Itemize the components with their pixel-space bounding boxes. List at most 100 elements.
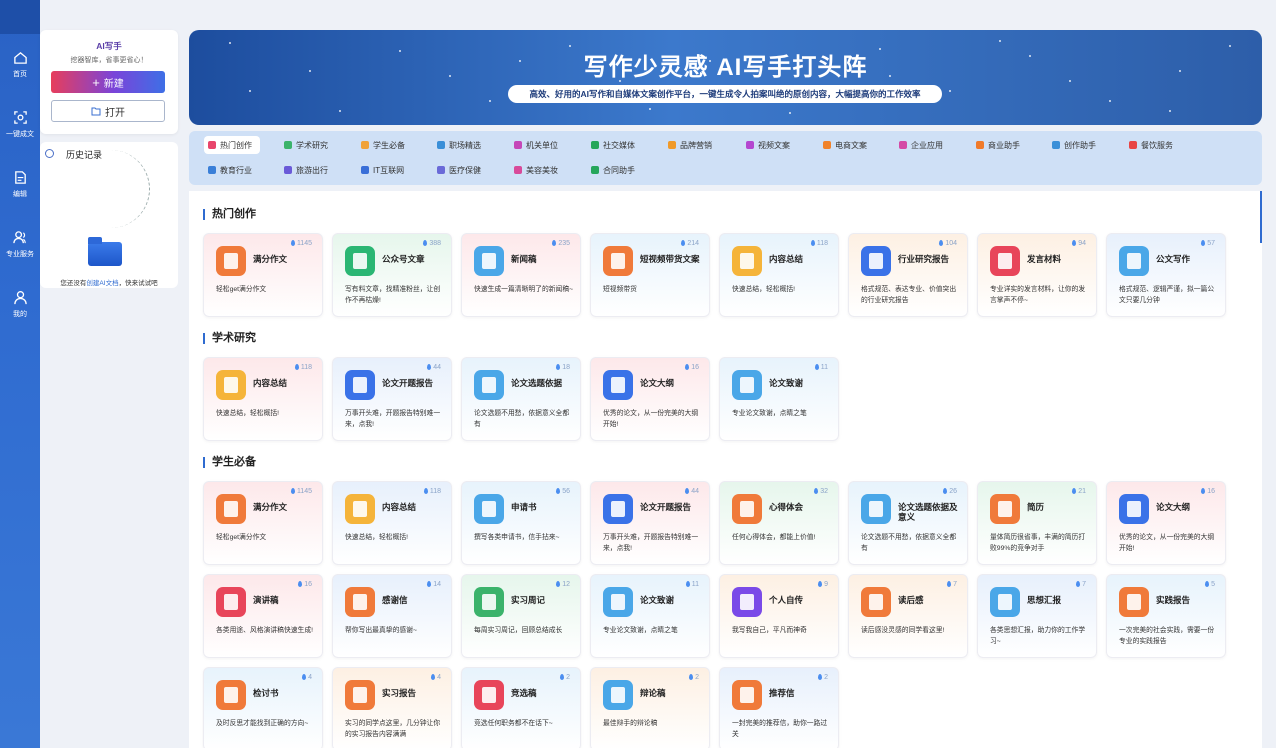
- open-button[interactable]: 打开: [51, 100, 165, 122]
- create-doc-link[interactable]: 创建AI文档: [86, 280, 118, 287]
- card-description: 万事开头难，开题报告特别难一来，点我!: [345, 410, 441, 428]
- category-icon: [437, 166, 445, 174]
- card-title: 短视频带货文案: [640, 254, 700, 264]
- category-tab-18[interactable]: 合同助手: [587, 161, 635, 179]
- template-card[interactable]: 118 内容总结 快速总结，轻松概括!: [203, 357, 323, 441]
- usage-count: 32: [814, 488, 828, 495]
- template-icon: [732, 680, 762, 710]
- card-title: 论文大纲: [1156, 502, 1191, 512]
- template-card[interactable]: 44 论文开题报告 万事开头难，开题报告特别难一来，点我!: [590, 481, 710, 565]
- template-icon: [861, 587, 891, 617]
- template-card[interactable]: 16 论文大纲 优秀的论文，从一份完美的大纲开始!: [1106, 481, 1226, 565]
- scrollbar[interactable]: [1260, 191, 1262, 243]
- template-card[interactable]: 57 公文写作 格式规范、逻辑严谨，拟一篇公文只要几分钟: [1106, 233, 1226, 317]
- nav-item-2[interactable]: 编辑: [0, 154, 40, 214]
- template-card[interactable]: 2 辩论稿 最佳辩手的辩论稿: [590, 667, 710, 748]
- nav-label: 专业服务: [6, 250, 34, 258]
- template-card[interactable]: 14 感谢信 帮你写出最真挚的感谢~: [332, 574, 452, 658]
- template-card[interactable]: 118 内容总结 快速总结，轻松概括!: [332, 481, 452, 565]
- template-icon: [603, 246, 633, 276]
- category-label: 美容美妆: [526, 165, 558, 175]
- category-tab-7[interactable]: 视频文案: [742, 136, 790, 154]
- card-title: 思想汇报: [1027, 595, 1062, 605]
- template-card[interactable]: 388 公众号文章 写有料文章，找精准粉丝，让创作不再枯燥!: [332, 233, 452, 317]
- template-card[interactable]: 7 读后感 读后感没灵感的同学看这里!: [848, 574, 968, 658]
- card-description: 写有料文章，找精准粉丝，让创作不再枯燥!: [345, 286, 441, 304]
- template-card[interactable]: 235 新闻稿 快速生成一篇清晰明了的新闻稿~: [461, 233, 581, 317]
- usage-count: 16: [1201, 488, 1215, 495]
- template-card[interactable]: 21 简历 量体简历很省事，丰满的简历打败99%的竞争对手: [977, 481, 1097, 565]
- nav-item-0[interactable]: 首页: [0, 34, 40, 94]
- category-tab-13[interactable]: 教育行业: [204, 161, 252, 179]
- nav-item-1[interactable]: 一键成文: [0, 94, 40, 154]
- nav-label: 首页: [13, 70, 27, 78]
- category-tab-6[interactable]: 品牌营销: [664, 136, 712, 154]
- nav-item-4[interactable]: 我的: [0, 274, 40, 334]
- category-tab-0[interactable]: 热门创作: [204, 136, 260, 154]
- star: [229, 42, 231, 44]
- category-tab-16[interactable]: 医疗保健: [433, 161, 481, 179]
- card-title: 检讨书: [253, 688, 279, 698]
- category-icon: [514, 141, 522, 149]
- card-description: 竞选任何职务都不在话下~: [474, 720, 553, 727]
- template-card[interactable]: 4 检讨书 及时反思才能找到正确的方向~: [203, 667, 323, 748]
- category-bar: 热门创作 学术研究 学生必备 职场精选 机关单位 社交媒体 品牌营销 视频文案 电商文案 企业应用…: [189, 131, 1262, 185]
- template-icon: [216, 494, 246, 524]
- category-tab-10[interactable]: 商业助手: [972, 136, 1020, 154]
- category-tab-4[interactable]: 机关单位: [510, 136, 558, 154]
- folder-open-icon: [91, 107, 101, 115]
- new-button[interactable]: + 新建: [51, 71, 165, 93]
- template-icon: [990, 246, 1020, 276]
- template-card[interactable]: 5 实践报告 一次完美的社会实践，需要一份专业的实践报告: [1106, 574, 1226, 658]
- template-card[interactable]: 26 论文选题依据及意义 论文选题不用愁，依据意义全都有: [848, 481, 968, 565]
- template-card[interactable]: 16 演讲稿 各类用途、风格演讲稿快速生成!: [203, 574, 323, 658]
- category-tab-3[interactable]: 职场精选: [433, 136, 481, 154]
- template-card[interactable]: 12 实习周记 每周实习周记，回顾总结成长: [461, 574, 581, 658]
- category-icon: [976, 141, 984, 149]
- template-card[interactable]: 104 行业研究报告 格式规范、表达专业、价值突出的行业研究报告: [848, 233, 968, 317]
- usage-count: 26: [943, 488, 957, 495]
- template-icon: [216, 370, 246, 400]
- category-tab-17[interactable]: 美容美妆: [510, 161, 558, 179]
- category-icon: [823, 141, 831, 149]
- category-tab-5[interactable]: 社交媒体: [587, 136, 635, 154]
- template-card[interactable]: 4 实习报告 实习的同学点这里，几分钟让你的实习报告内容满满: [332, 667, 452, 748]
- template-card[interactable]: 214 短视频带货文案 短视频带货: [590, 233, 710, 317]
- category-tab-8[interactable]: 电商文案: [819, 136, 867, 154]
- template-card[interactable]: 18 论文选题依据 论文选题不用愁，依据意义全都有: [461, 357, 581, 441]
- card-title: 论文致谢: [640, 595, 675, 605]
- template-card[interactable]: 118 内容总结 快速总结，轻松概括!: [719, 233, 839, 317]
- template-card[interactable]: 2 竞选稿 竞选任何职务都不在话下~: [461, 667, 581, 748]
- template-icon: [990, 494, 1020, 524]
- template-card[interactable]: 1145 满分作文 轻松get满分作文: [203, 233, 323, 317]
- category-icon: [284, 166, 292, 174]
- category-tab-14[interactable]: 旅游出行: [280, 161, 328, 179]
- category-tab-12[interactable]: 餐饮服务: [1125, 136, 1173, 154]
- template-card[interactable]: 94 发言材料 专业详实的发言材料，让你的发言掌声不停~: [977, 233, 1097, 317]
- card-title: 心得体会: [769, 502, 804, 512]
- category-tab-11[interactable]: 创作助手: [1048, 136, 1096, 154]
- template-card[interactable]: 1145 满分作文 轻松get满分作文: [203, 481, 323, 565]
- category-label: 机关单位: [526, 140, 558, 150]
- template-card[interactable]: 16 论文大纲 优秀的论文，从一份完美的大纲开始!: [590, 357, 710, 441]
- template-card[interactable]: 7 思想汇报 各类思想汇报，助力你的工作学习~: [977, 574, 1097, 658]
- category-icon: [437, 141, 445, 149]
- template-card[interactable]: 44 论文开题报告 万事开头难，开题报告特别难一来，点我!: [332, 357, 452, 441]
- category-label: 社交媒体: [603, 140, 635, 150]
- category-tab-1[interactable]: 学术研究: [280, 136, 328, 154]
- template-card[interactable]: 56 申请书 撰写各类申请书，信手拈来~: [461, 481, 581, 565]
- template-card[interactable]: 9 个人自传 我写我自己，平凡而神奇: [719, 574, 839, 658]
- template-icon: [732, 587, 762, 617]
- category-icon: [591, 141, 599, 149]
- category-tab-9[interactable]: 企业应用: [895, 136, 943, 154]
- card-title: 公文写作: [1156, 254, 1191, 264]
- card-title: 推荐信: [769, 688, 795, 698]
- template-card[interactable]: 11 论文致谢 专业论文致谢，点睛之笔: [719, 357, 839, 441]
- template-card[interactable]: 2 推荐信 一封完美的推荐信，助你一路过关: [719, 667, 839, 748]
- template-card[interactable]: 11 论文致谢 专业论文致谢，点睛之笔: [590, 574, 710, 658]
- category-tab-2[interactable]: 学生必备: [357, 136, 405, 154]
- template-card[interactable]: 32 心得体会 任何心得体会，都能上价值!: [719, 481, 839, 565]
- nav-item-3[interactable]: 专业服务: [0, 214, 40, 274]
- app-tagline: 挖器智库，省事更省心！: [70, 57, 148, 64]
- category-tab-15[interactable]: IT互联网: [357, 161, 404, 179]
